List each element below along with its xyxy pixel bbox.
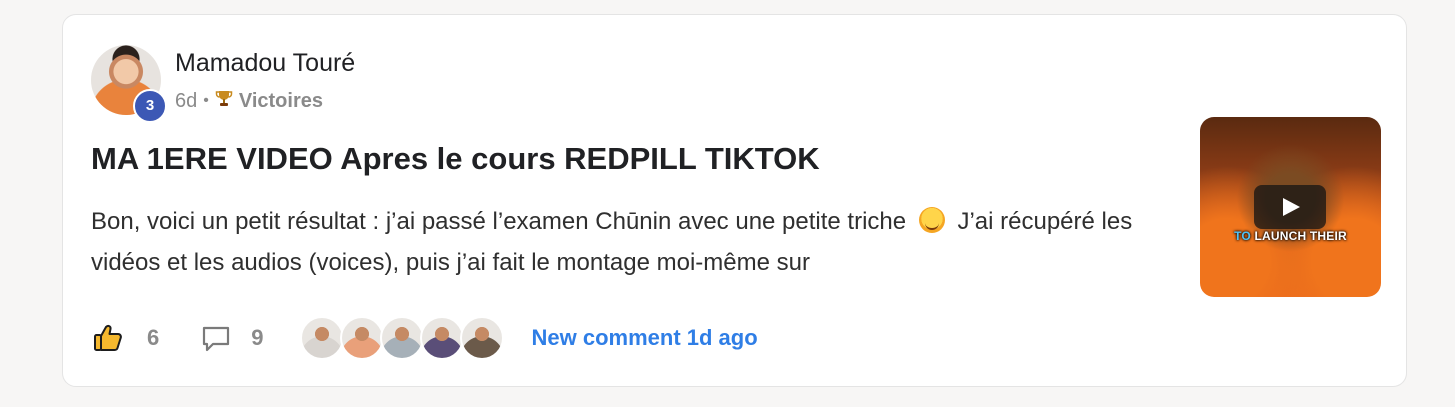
post-footer: 6 9 New comment 1d ago — [91, 316, 758, 360]
post-preview[interactable]: Bon, voici un petit résultat : j’ai pass… — [91, 201, 1151, 283]
comment-count: 9 — [251, 325, 264, 350]
commenter-avatar-5[interactable] — [459, 316, 504, 360]
thumbnail-caption: TO LAUNCH THEIR — [1200, 229, 1381, 243]
post-time[interactable]: 6d — [175, 90, 197, 113]
post-title[interactable]: MA 1ERE VIDEO Apres le cours REDPILL TIK… — [91, 141, 820, 177]
like-count: 6 — [147, 325, 160, 350]
post-category[interactable]: Victoires — [239, 90, 323, 113]
winking-face-emoji-icon — [918, 207, 945, 233]
commenter-avatar-2[interactable] — [339, 316, 384, 360]
play-icon[interactable] — [1254, 185, 1326, 229]
video-thumbnail[interactable]: TO LAUNCH THEIR — [1200, 117, 1381, 297]
commenter-avatar-4[interactable] — [419, 316, 464, 360]
thumbnail-caption-rest: LAUNCH THEIR — [1254, 229, 1347, 243]
new-comment-link[interactable]: New comment 1d ago — [532, 325, 758, 351]
meta-separator: • — [203, 92, 209, 109]
author-name[interactable]: Mamadou Touré — [175, 49, 355, 78]
level-badge: 3 — [133, 89, 167, 123]
commenter-avatars — [299, 316, 504, 360]
trophy-icon — [215, 89, 233, 113]
post-meta: 6d • Victoires — [175, 89, 323, 113]
post-preview-text-1: Bon, voici un petit résultat : j’ai pass… — [91, 208, 913, 235]
commenter-avatar-1[interactable] — [299, 316, 344, 360]
thumbnail-caption-highlight: TO — [1234, 229, 1251, 243]
thumbs-up-icon[interactable] — [91, 321, 125, 355]
comment-icon[interactable] — [199, 321, 233, 355]
post-card[interactable]: 3 Mamadou Touré 6d • Victoires MA 1ERE V… — [62, 14, 1407, 387]
author-avatar-wrap[interactable]: 3 — [91, 45, 167, 123]
commenter-avatar-3[interactable] — [379, 316, 424, 360]
